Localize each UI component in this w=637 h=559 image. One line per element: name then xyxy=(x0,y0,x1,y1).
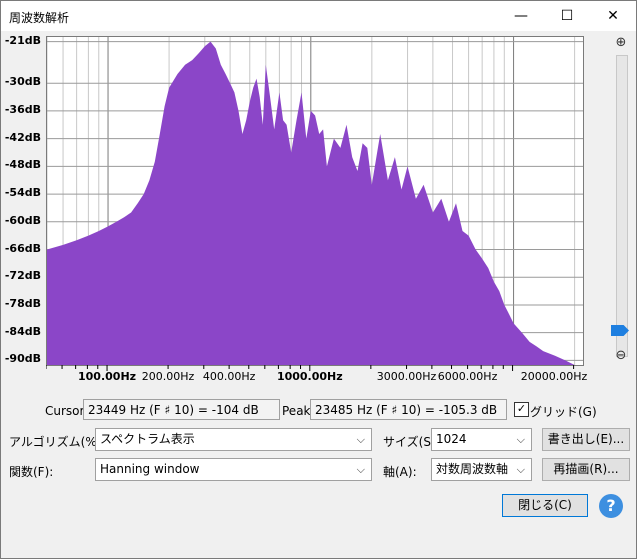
spectrum-chart xyxy=(46,37,583,365)
y-tick-label: -78dB xyxy=(4,296,41,310)
axis-label: 軸(A): xyxy=(383,465,417,479)
axis-value: 対数周波数軸 xyxy=(436,462,509,476)
x-tick-label: 6000.00Hz xyxy=(437,370,498,383)
x-tick-label: 100.00Hz xyxy=(78,370,137,383)
function-value: Hanning window xyxy=(100,462,200,476)
peak-readout: 23485 Hz (F ♯ 10) = -105.3 dB xyxy=(310,399,507,420)
y-tick-label: -54dB xyxy=(4,186,41,200)
y-tick-label: -72dB xyxy=(4,269,41,283)
y-tick-label: -21dB xyxy=(4,33,41,47)
cursor-label: Cursor: xyxy=(45,404,89,418)
y-tick-label: -42dB xyxy=(4,130,41,144)
y-tick-label: -84dB xyxy=(4,324,41,338)
close-button[interactable]: 閉じる(C) xyxy=(502,494,588,517)
maximize-icon: ☐ xyxy=(560,8,574,24)
x-tick-label: 400.00Hz xyxy=(202,370,256,383)
algorithm-value: スペクトラム表示 xyxy=(100,432,195,446)
frequency-analysis-window: 周波数解析 — ☐ ✕ -21dB -30dB -36dB -42dB -48dB -54… xyxy=(0,0,637,559)
spectrum-area xyxy=(47,41,583,365)
zoom-in-icon[interactable]: ⊕ xyxy=(613,35,629,51)
spectrum-plot[interactable] xyxy=(46,36,584,366)
title-bar[interactable]: 周波数解析 — ☐ ✕ xyxy=(1,1,636,31)
zoom-slider-track[interactable] xyxy=(616,55,628,357)
grid-checkbox[interactable]: ✓ xyxy=(514,402,529,417)
chevron-down-icon: ⌵ xyxy=(516,463,525,476)
vertical-zoom: ⊕ ⊖ xyxy=(607,33,635,368)
y-tick-label: -36dB xyxy=(4,102,41,116)
grid-checkbox-label[interactable]: グリッド(G) xyxy=(530,403,597,420)
y-tick-label: -60dB xyxy=(4,213,41,227)
replot-button[interactable]: 再描画(R)... xyxy=(542,458,630,481)
size-value: 1024 xyxy=(436,432,467,446)
window-title: 周波数解析 xyxy=(9,11,70,25)
algorithm-select[interactable]: スペクトラム表示 ⌵ xyxy=(95,428,372,451)
minimize-icon: — xyxy=(514,8,528,24)
y-tick-label: -90dB xyxy=(4,352,41,366)
chevron-down-icon: ⌵ xyxy=(356,433,365,446)
size-select[interactable]: 1024 ⌵ xyxy=(431,428,532,451)
close-icon: ✕ xyxy=(607,8,619,24)
axis-select[interactable]: 対数周波数軸 ⌵ xyxy=(431,458,532,481)
cursor-readout: 23449 Hz (F ♯ 10) = -104 dB xyxy=(83,399,280,420)
x-tick-label: 1000.00Hz xyxy=(276,370,343,383)
x-tick-label: 20000.00Hz xyxy=(520,370,588,383)
y-tick-label: -66dB xyxy=(4,241,41,255)
zoom-out-icon[interactable]: ⊖ xyxy=(613,348,629,364)
function-select[interactable]: Hanning window ⌵ xyxy=(95,458,372,481)
export-button[interactable]: 書き出し(E)... xyxy=(542,428,630,451)
chevron-down-icon: ⌵ xyxy=(516,433,525,446)
close-window-button[interactable]: ✕ xyxy=(590,1,636,31)
help-icon[interactable]: ? xyxy=(599,494,623,518)
x-tick-label: 3000.00Hz xyxy=(376,370,437,383)
maximize-button[interactable]: ☐ xyxy=(544,1,590,31)
x-axis: 100.00Hz 200.00Hz 400.00Hz 1000.00Hz 3000.00… xyxy=(46,365,587,387)
y-tick-label: -48dB xyxy=(4,158,41,172)
y-axis-labels: -21dB -30dB -36dB -42dB -48dB -54dB -60dB -66dB… xyxy=(1,33,45,366)
minimize-button[interactable]: — xyxy=(498,1,544,31)
x-tick-label: 200.00Hz xyxy=(141,370,195,383)
y-tick-label: -30dB xyxy=(4,75,41,89)
chevron-down-icon: ⌵ xyxy=(356,463,365,476)
function-label: 関数(F): xyxy=(9,465,54,479)
